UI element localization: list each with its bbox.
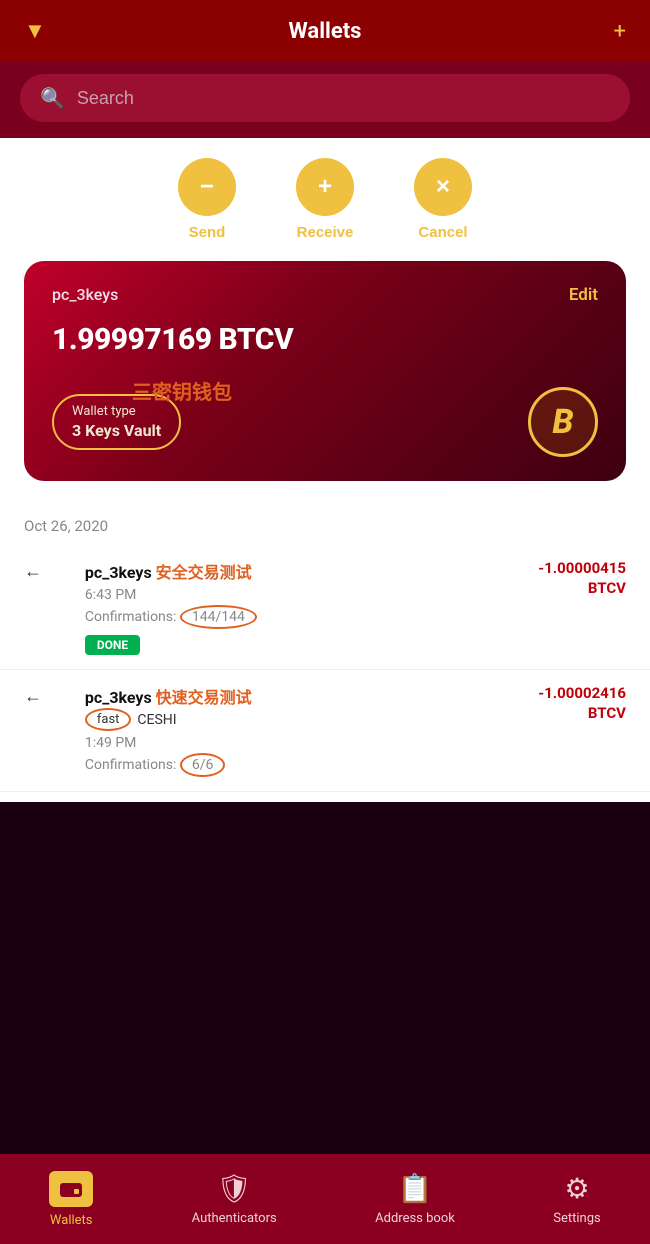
wallet-card[interactable]: pc_3keys Edit 1.99997169 BTCV Wallet typ… (24, 261, 626, 481)
cancel-label: Cancel (418, 224, 467, 241)
tx-wallet-name: pc_3keys (85, 563, 152, 582)
table-row[interactable]: ← 🗂 pc_3keys 快速交易测试 fast CESHI 1:49 PM C… (0, 670, 650, 792)
btc-icon: B (528, 387, 598, 457)
wallet-type-chinese-annotation: 三密钥钱包 (132, 376, 232, 405)
tx-ceshi-label: CESHI (137, 712, 176, 728)
wallet-card-name: pc_3keys (52, 285, 598, 304)
tx-sublabel-row: fast CESHI (85, 708, 528, 731)
send-icon-circle: − (178, 158, 236, 216)
add-button[interactable]: + (614, 19, 626, 44)
send-button[interactable]: − Send (178, 158, 236, 241)
authenticators-nav-label: Authenticators (192, 1211, 277, 1226)
tx-amount-value-1: -1.00000415 (538, 559, 626, 579)
edit-button[interactable]: Edit (569, 285, 598, 305)
tx-currency-2: BTCV (538, 704, 626, 722)
header: ▼ Wallets + (0, 0, 650, 62)
nav-item-authenticators[interactable]: 🛡 Authenticators (176, 1164, 293, 1234)
tx-wallet-icon: 🗂 (52, 561, 75, 582)
nav-item-wallets[interactable]: Wallets (33, 1163, 109, 1236)
wallets-nav-label: Wallets (50, 1213, 93, 1228)
btc-letter: B (552, 402, 573, 442)
tx-currency-1: BTCV (538, 579, 626, 597)
tx-wallet-name-2: pc_3keys (85, 688, 152, 707)
send-label: Send (189, 224, 226, 241)
tx-fast-label: fast (85, 708, 132, 731)
tx-amount-2: -1.00002416 BTCV (538, 684, 626, 722)
tx-confirmations-1: Confirmations: 144/144 (85, 605, 528, 629)
tx-date: Oct 26, 2020 (0, 501, 650, 545)
authenticators-nav-icon: 🛡 (216, 1172, 252, 1205)
address-book-nav-label: Address book (375, 1211, 455, 1226)
search-icon: 🔍 (40, 86, 65, 110)
table-row[interactable]: ← 🗂 pc_3keys 安全交易测试 6:43 PM Confirmation… (0, 545, 650, 670)
tx-direction-icon-2: ← (24, 686, 42, 707)
action-area: − Send + Receive × Cancel (0, 138, 650, 251)
settings-nav-label: Settings (553, 1211, 600, 1226)
bottom-nav: Wallets 🛡 Authenticators 📋 Address book … (0, 1154, 650, 1244)
tx-conf-value-1: 144/144 (180, 605, 257, 629)
wallet-card-footer: Wallet type 3 Keys Vault 三密钥钱包 B (52, 387, 598, 457)
tx-amount-value-2: -1.00002416 (538, 684, 626, 704)
receive-icon-circle: + (296, 158, 354, 216)
tx-info-2: pc_3keys 快速交易测试 fast CESHI 1:49 PM Confi… (85, 684, 528, 777)
tx-wallet-icon-2: 🗂 (52, 686, 75, 707)
wallet-card-area: pc_3keys Edit 1.99997169 BTCV Wallet typ… (0, 251, 650, 501)
transaction-list: Oct 26, 2020 ← 🗂 pc_3keys 安全交易测试 6:43 PM… (0, 501, 650, 802)
tx-confirmations-2: Confirmations: 6/6 (85, 753, 528, 777)
wallet-balance: 1.99997169 BTCV (52, 322, 598, 357)
tx-chinese-label-2: 快速交易测试 (156, 688, 252, 707)
filter-icon[interactable]: ▼ (24, 18, 46, 44)
receive-button[interactable]: + Receive (296, 158, 354, 241)
tx-time-2: 1:49 PM (85, 735, 528, 751)
cancel-icon-circle: × (414, 158, 472, 216)
tx-chinese-label-1: 安全交易测试 (156, 563, 252, 582)
wallets-nav-icon (49, 1171, 93, 1207)
nav-item-settings[interactable]: ⚙ Settings (537, 1164, 616, 1234)
wallet-type-label: Wallet type (72, 404, 161, 419)
tx-conf-value-2: 6/6 (180, 753, 226, 777)
wallet-type-name: 3 Keys Vault (72, 421, 161, 440)
receive-label: Receive (297, 224, 354, 241)
tx-time-1: 6:43 PM (85, 587, 528, 603)
tx-status-done-1: DONE (85, 635, 140, 655)
tx-info: pc_3keys 安全交易测试 6:43 PM Confirmations: 1… (85, 559, 528, 655)
search-input-wrap: 🔍 (20, 74, 630, 122)
search-bar-area: 🔍 (0, 62, 650, 138)
cancel-button[interactable]: × Cancel (414, 158, 472, 241)
page-title: Wallets (289, 19, 362, 44)
tx-direction-icon: ← (24, 561, 42, 582)
search-input[interactable] (77, 88, 610, 109)
address-book-nav-icon: 📋 (398, 1172, 433, 1205)
tx-wallet-name-row-2: pc_3keys 快速交易测试 (85, 684, 528, 708)
settings-nav-icon: ⚙ (564, 1172, 589, 1205)
nav-item-address-book[interactable]: 📋 Address book (359, 1164, 471, 1234)
tx-left-col: ← 🗂 pc_3keys 安全交易测试 6:43 PM Confirmation… (24, 559, 528, 655)
tx-wallet-name-row: pc_3keys 安全交易测试 (85, 559, 528, 583)
tx-left-col-2: ← 🗂 pc_3keys 快速交易测试 fast CESHI 1:49 PM C… (24, 684, 528, 777)
tx-amount-1: -1.00000415 BTCV (538, 559, 626, 597)
